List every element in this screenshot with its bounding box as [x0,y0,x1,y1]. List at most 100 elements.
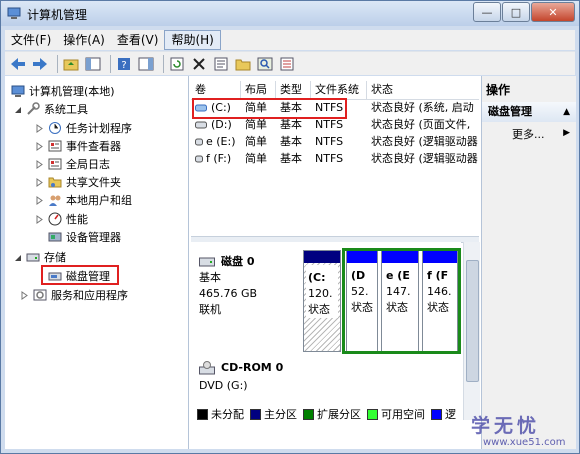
volume-layout: 简单 [245,118,267,131]
tree-label: 事件查看器 [66,140,121,153]
collapse-triangle-icon [15,254,21,261]
disk0-info[interactable]: 磁盘 0 基本 465.76 GB 联机 [199,254,299,318]
clock-icon [49,122,61,134]
volume-type: 基本 [280,135,302,148]
volume-layout: 简单 [245,152,267,165]
volume-status: 状态良好 (系统, 启动 [371,101,474,114]
menu-file[interactable]: 文件(F) [5,31,57,49]
toolbar-separator [163,54,164,73]
tree-item-shared-folders[interactable]: 共享文件夹 [35,173,121,191]
column-filesystem[interactable]: 文件系统 [311,81,367,99]
show-hide-tree-button[interactable] [84,55,102,73]
actions-more[interactable]: 更多... [512,126,545,142]
users-icon [49,195,61,206]
disk-tool-icon [280,57,294,70]
folder-up-icon [63,59,79,70]
tree-label: 计算机管理(本地) [29,85,115,98]
actions-disk-management[interactable]: 磁盘管理 ▲ [482,102,576,122]
minimize-icon: — [481,5,493,19]
partition-c[interactable]: (C: 120. 状态 [303,250,341,352]
legend-logical: 逻 [445,408,456,421]
back-arrow-icon [11,57,25,70]
close-icon: ✕ [548,5,558,19]
console-tree-icon [85,57,101,70]
toolbar: ? [5,51,575,75]
column-volume[interactable]: 卷 [191,81,241,99]
column-layout[interactable]: 布局 [241,81,276,99]
volume-row[interactable]: (D:) 简单 基本 NTFS 状态良好 (页面文件, [191,117,479,133]
tree-label: 系统工具 [44,103,88,116]
actions-pane: 操作 磁盘管理 ▲ 更多... ▶ [481,76,576,449]
storage-icon [26,253,40,262]
volume-row[interactable]: f (F:) 简单 基本 NTFS 状态良好 (逻辑驱动器 [191,151,479,167]
log-icon [48,158,62,170]
expand-triangle-icon [36,177,43,187]
window-controls: — □ ✕ [472,2,575,22]
cdrom0-info[interactable]: CD-ROM 0 DVD (G:) [199,360,299,394]
volume-name: e (E:) [206,135,236,148]
tree-item-storage[interactable]: 存储 [13,248,66,266]
expand-triangle-icon [21,290,28,300]
properties-button[interactable] [212,55,230,73]
legend-swatch-extended [303,408,314,420]
tools-icon [27,102,40,115]
volume-row[interactable]: e (E:) 简单 基本 NTFS 状态良好 (逻辑驱动器 [191,134,479,150]
show-hide-action-pane-button[interactable] [137,55,155,73]
tree-item-system-tools[interactable]: 系统工具 [13,100,88,118]
tree-label: 性能 [66,213,88,226]
search-button[interactable] [256,55,274,73]
volume-pane: 卷 布局 类型 文件系统 状态 (C:) 简单 基本 NTFS 状态良好 (系统… [191,76,480,449]
volume-type: 基本 [280,152,302,165]
open-folder-button[interactable] [234,55,252,73]
menu-view[interactable]: 查看(V) [111,31,165,49]
tree-item-services-apps[interactable]: 服务和应用程序 [20,286,128,304]
legend-unallocated: 未分配 [211,408,244,421]
tree-item-event-viewer[interactable]: 事件查看器 [35,137,121,155]
column-status[interactable]: 状态 [367,81,479,99]
svg-text:?: ? [121,60,126,71]
menu-action[interactable]: 操作(A) [57,31,111,49]
submenu-arrow-icon: ▶ [563,128,570,138]
close-button[interactable]: ✕ [531,2,575,22]
tree-item-device-manager[interactable]: 设备管理器 [48,228,121,246]
collapse-up-icon: ▲ [563,107,570,117]
delete-x-icon [193,57,205,70]
tree-item-local-users-groups[interactable]: 本地用户和组 [35,191,132,209]
legend-extended: 扩展分区 [317,408,361,421]
help-button[interactable]: ? [115,55,133,73]
vertical-scrollbar[interactable] [463,242,480,420]
performance-icon [48,212,62,226]
volume-type: 基本 [280,118,302,131]
back-button[interactable] [9,55,27,73]
legend-swatch-primary [250,408,261,420]
tree-item-root[interactable]: 计算机管理(本地) [11,82,115,100]
cdrom0-name: CD-ROM 0 [221,361,284,374]
menu-help[interactable]: 帮助(H) [164,30,221,50]
search-icon [257,57,273,70]
legend-free: 可用空间 [381,408,425,421]
collapse-triangle-icon [15,106,21,113]
partition-bar [304,251,340,263]
tree-label: 任务计划程序 [66,122,132,135]
expand-triangle-icon [36,195,43,205]
legend-primary: 主分区 [264,408,297,421]
forward-button[interactable] [31,55,49,73]
minimize-button[interactable]: — [473,2,501,22]
delete-button[interactable] [190,55,208,73]
services-icon [33,289,47,301]
device-manager-icon [48,232,62,242]
tree-item-task-scheduler[interactable]: 任务计划程序 [35,119,132,137]
watermark-brand: 学无忧 [471,415,541,437]
scrollbar-thumb[interactable] [466,260,479,382]
volume-icon [195,138,203,146]
column-type[interactable]: 类型 [276,81,311,99]
up-folder-button[interactable] [62,55,80,73]
tree-item-global-log[interactable]: 全局日志 [35,155,110,173]
disk-tool-button[interactable] [278,55,296,73]
tree-item-performance[interactable]: 性能 [35,210,88,228]
toolbar-separator [110,54,111,73]
expand-triangle-icon [36,214,43,224]
computer-management-window: 计算机管理 — □ ✕ 文件(F) 操作(A) 查看(V) 帮助(H) ? 计算… [0,0,580,454]
refresh-button[interactable] [168,55,186,73]
maximize-button[interactable]: □ [502,2,530,22]
